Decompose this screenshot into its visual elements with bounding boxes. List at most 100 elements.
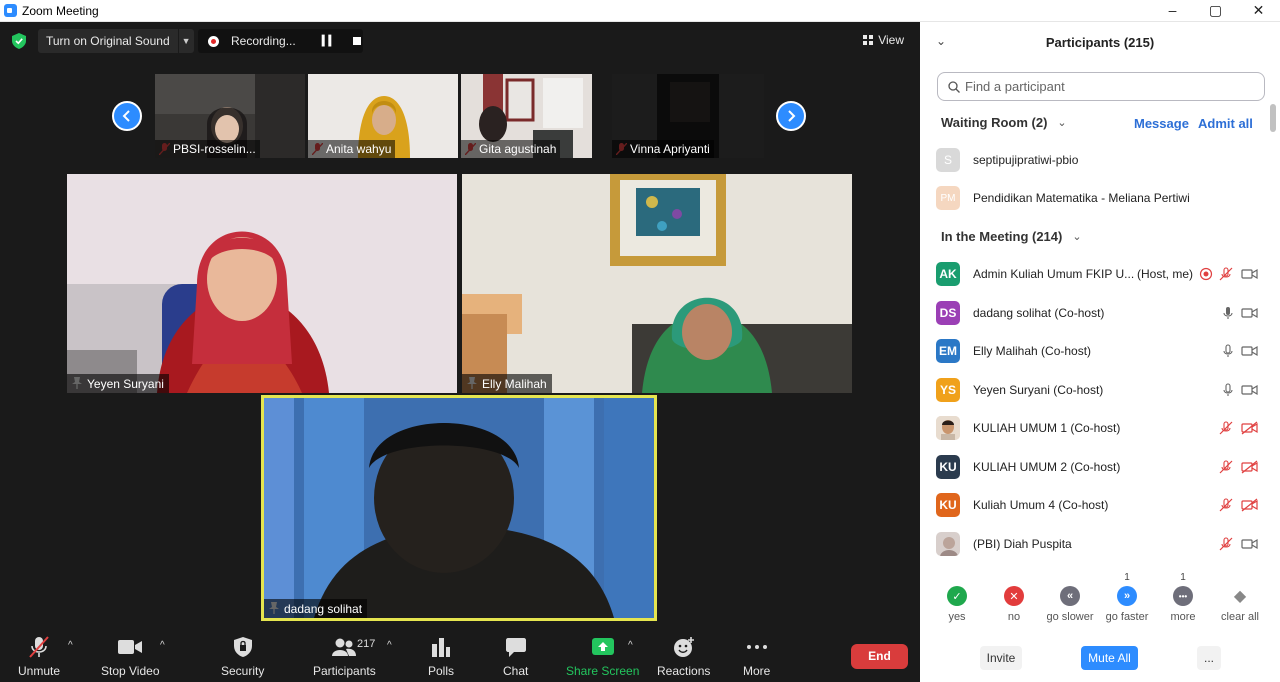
active-speaker-tile[interactable]: dadang solihat <box>261 395 657 621</box>
invite-button[interactable]: Invite <box>980 646 1022 670</box>
stop-video-button[interactable]: Stop Video <box>101 636 160 678</box>
panel-more-button[interactable]: ... <box>1197 646 1221 670</box>
video-camera-off-icon[interactable] <box>1241 421 1258 435</box>
participant-name: dadang solihat <box>264 599 368 618</box>
video-camera-icon[interactable] <box>1241 537 1258 551</box>
microphone-muted-icon[interactable] <box>1219 537 1233 551</box>
end-meeting-button[interactable]: End <box>851 644 908 669</box>
share-screen-label: Share Screen <box>566 664 640 678</box>
mute-all-button[interactable]: Mute All <box>1081 646 1138 670</box>
feedback-label: clear all <box>1221 611 1259 623</box>
video-camera-icon[interactable] <box>1241 383 1258 397</box>
security-button[interactable]: Security <box>221 636 264 678</box>
minimize-button[interactable]: – <box>1151 0 1194 22</box>
participant-row[interactable]: (PBI) Diah Puspita <box>920 525 1270 563</box>
message-button[interactable]: Message <box>1134 116 1189 131</box>
maximize-button[interactable]: ▢ <box>1194 0 1237 22</box>
microphone-icon[interactable] <box>1221 344 1235 358</box>
waiting-participant-row[interactable]: S septipujipratiwi-pbio <box>920 141 1270 179</box>
participant-name: Kuliah Umum 4 (Co-host) <box>973 498 1109 512</box>
waiting-participant-row[interactable]: PM Pendidikan Matematika - Meliana Perti… <box>920 179 1270 217</box>
admit-all-button[interactable]: Admit all <box>1198 116 1253 131</box>
zoom-app: Zoom Meeting – ▢ ✕ Turn on Original Soun… <box>0 0 1280 682</box>
chevron-down-icon[interactable]: ▼ <box>177 29 194 53</box>
video-tile[interactable]: Yeyen Suryani <box>67 174 457 393</box>
share-options-caret-icon[interactable]: ^ <box>628 640 633 651</box>
video-camera-icon[interactable] <box>1241 267 1258 281</box>
video-camera-icon[interactable] <box>1241 344 1258 358</box>
video-camera-off-icon[interactable] <box>1241 460 1258 474</box>
avatar-photo <box>936 532 960 556</box>
waiting-room-header[interactable]: Waiting Room (2) ⌄ <box>941 115 1067 130</box>
microphone-icon[interactable] <box>1221 383 1235 397</box>
scrollbar-thumb[interactable] <box>1270 104 1276 132</box>
participant-video <box>67 174 457 393</box>
in-meeting-header[interactable]: In the Meeting (214) ⌄ <box>941 229 1082 244</box>
video-tile[interactable]: Elly Malihah <box>462 174 852 393</box>
chevron-down-icon: ⌄ <box>1057 117 1067 129</box>
audio-options-caret-icon[interactable]: ^ <box>68 640 73 651</box>
participant-row[interactable]: KULIAH UMUM 1 (Co-host) <box>920 409 1270 447</box>
feedback-count: 1 <box>1124 572 1130 583</box>
video-camera-off-icon[interactable] <box>1241 498 1258 512</box>
feedback-go-slower[interactable]: « go slower <box>1040 586 1100 623</box>
video-thumbnail[interactable]: Anita wahyu <box>308 74 458 158</box>
video-thumbnail[interactable]: PBSI-rosselin... <box>155 74 305 158</box>
microphone-muted-icon[interactable] <box>1219 421 1233 435</box>
next-page-button[interactable] <box>776 101 806 131</box>
microphone-muted-icon[interactable] <box>1219 498 1233 512</box>
video-camera-icon <box>118 640 143 654</box>
more-button[interactable]: More <box>743 636 770 678</box>
previous-page-button[interactable] <box>112 101 142 131</box>
participant-row[interactable]: KU KULIAH UMUM 2 (Co-host) <box>920 448 1270 486</box>
x-icon: ✕ <box>1004 586 1024 606</box>
close-button[interactable]: ✕ <box>1237 0 1280 22</box>
grid-icon <box>863 35 874 45</box>
feedback-yes[interactable]: ✓ yes <box>927 586 987 623</box>
chat-button[interactable]: Chat <box>503 636 528 678</box>
participant-row[interactable]: EM Elly Malihah (Co-host) <box>920 332 1270 370</box>
unmute-button[interactable]: Unmute <box>18 636 60 678</box>
participant-row[interactable]: DS dadang solihat (Co-host) <box>920 294 1270 332</box>
feedback-more[interactable]: 1 ••• more <box>1153 572 1213 623</box>
participant-row[interactable]: YS Yeyen Suryani (Co-host) <box>920 371 1270 409</box>
video-thumbnail[interactable]: Vinna Apriyanti <box>612 74 764 158</box>
view-button[interactable]: View <box>863 33 904 47</box>
microphone-icon[interactable] <box>1221 306 1235 320</box>
participant-search[interactable] <box>937 72 1265 101</box>
video-thumbnail[interactable]: Gita agustinah <box>461 74 592 158</box>
feedback-no[interactable]: ✕ no <box>984 586 1044 623</box>
avatar: AK <box>936 262 960 286</box>
participant-row[interactable]: KU Kuliah Umum 4 (Co-host) <box>920 486 1270 524</box>
microphone-muted-icon[interactable] <box>1219 267 1233 281</box>
microphone-muted-icon[interactable] <box>1219 460 1233 474</box>
participant-name: Yeyen Suryani <box>67 374 169 393</box>
feedback-go-faster[interactable]: 1 » go faster <box>1097 572 1157 623</box>
feedback-label: go slower <box>1046 611 1094 623</box>
participants-scrollbar[interactable] <box>1270 104 1276 564</box>
reactions-button[interactable]: Reactions <box>657 636 710 678</box>
participants-panel: ⌄ Participants (215) Waiting Room (2) ⌄ … <box>920 22 1280 682</box>
recording-label: Recording... <box>231 34 296 48</box>
participant-role: (Host, me) <box>1137 267 1194 281</box>
window-controls: – ▢ ✕ <box>1151 0 1280 22</box>
original-sound-button[interactable]: Turn on Original Sound ▼ <box>38 29 194 53</box>
participants-options-caret-icon[interactable]: ^ <box>387 640 392 651</box>
stop-icon[interactable] <box>353 37 362 45</box>
video-options-caret-icon[interactable]: ^ <box>160 640 165 651</box>
meeting-toolbar: Unmute ^ Stop Video ^ Security Participa… <box>0 632 920 682</box>
feedback-clear-all[interactable]: ◆ clear all <box>1210 586 1270 623</box>
search-input[interactable] <box>965 79 1255 94</box>
participants-icon <box>332 638 357 656</box>
pause-icon[interactable]: ▍▍ <box>322 36 336 47</box>
polls-button[interactable]: Polls <box>428 636 454 678</box>
video-camera-icon[interactable] <box>1241 306 1258 320</box>
feedback-count: 1 <box>1180 572 1186 583</box>
shield-icon <box>233 637 252 657</box>
checkmark-icon: ✓ <box>947 586 967 606</box>
participant-name: Anita wahyu <box>308 140 396 158</box>
participant-row[interactable]: AK Admin Kuliah Umum FKIP U... (Host, me… <box>920 255 1270 293</box>
avatar: YS <box>936 378 960 402</box>
window-title: Zoom Meeting <box>22 3 99 18</box>
encryption-shield-icon[interactable] <box>12 33 26 49</box>
